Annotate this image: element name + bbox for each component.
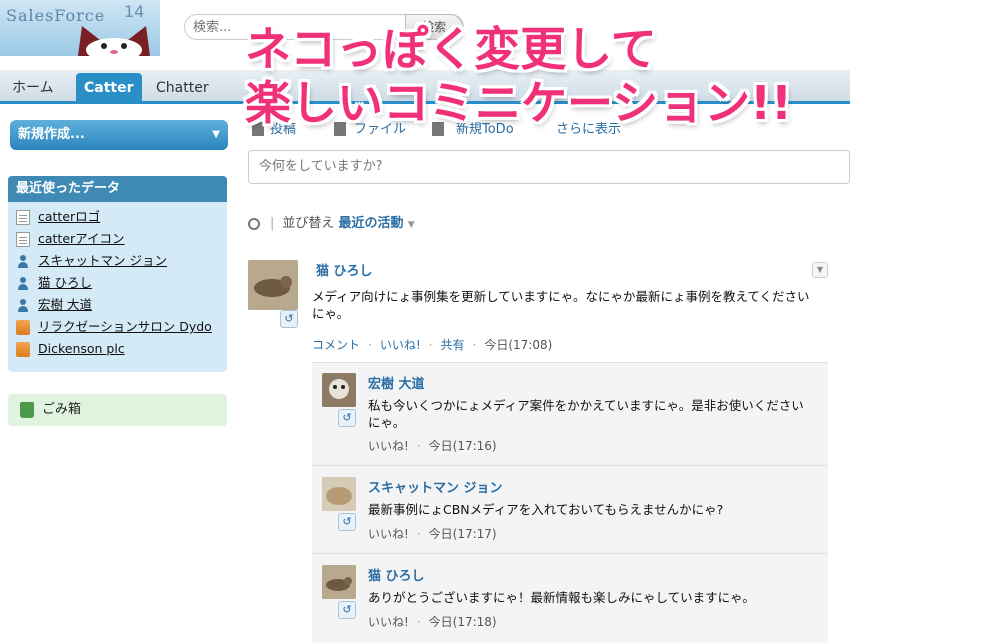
file-icon: [334, 122, 346, 136]
comment-body: 最新事例にょCBNメディアを入れておいてもらえませんかにゃ?: [368, 502, 724, 517]
recent-item-label[interactable]: 宏樹 大道: [38, 297, 92, 312]
recent-item-label[interactable]: 猫 ひろし: [38, 275, 92, 290]
search-icon[interactable]: [248, 217, 260, 230]
avatar[interactable]: [248, 260, 298, 310]
comment-body: 私も今いくつかにょメディア案件をかかえていますにゃ。是非お使いくださいにゃ。: [368, 398, 804, 430]
tab-bar: ホーム Catter Chatter: [0, 70, 850, 104]
comment-author[interactable]: 宏樹 大道: [368, 373, 425, 392]
create-new-label: 新規作成...: [18, 127, 85, 142]
divider: |: [270, 216, 275, 231]
tab-catter[interactable]: Catter: [76, 73, 142, 104]
share-link[interactable]: 共有: [440, 338, 464, 352]
recent-item-label[interactable]: catterアイコン: [38, 231, 125, 246]
document-icon: [16, 210, 30, 225]
avatar[interactable]: [322, 477, 356, 511]
search-button[interactable]: 検索: [405, 14, 463, 40]
avatar[interactable]: [322, 373, 356, 407]
post-icon: [252, 122, 264, 136]
recent-item[interactable]: スキャットマン ジョン: [16, 250, 227, 272]
share-icon[interactable]: ↺: [280, 310, 298, 328]
divider: [312, 553, 828, 554]
main-feed-area: 投稿 ファイル 新規ToDo さらに表示 今何をしていますか? | 並び替え 最近…: [248, 104, 850, 643]
document-icon: [16, 232, 30, 247]
person-icon: [16, 298, 30, 313]
chevron-down-icon: ▼: [212, 129, 220, 140]
recycle-bin-icon: [20, 402, 34, 418]
recent-item[interactable]: 宏樹 大道: [16, 294, 227, 316]
share-icon[interactable]: ↺: [338, 601, 356, 619]
publisher-more-link[interactable]: さらに表示: [556, 118, 621, 137]
share-icon[interactable]: ↺: [338, 513, 356, 531]
post-text-input[interactable]: 今何をしていますか?: [248, 150, 850, 184]
app-logo[interactable]: SalesForce 14: [0, 0, 160, 56]
post-timestamp[interactable]: 今日(17:08): [484, 338, 552, 352]
like-link[interactable]: いいね!: [368, 527, 409, 541]
logo-number: 14: [124, 2, 145, 21]
recent-item[interactable]: 猫 ひろし: [16, 272, 227, 294]
comments-list: ↺ 宏樹 大道 私も今いくつかにょメディア案件をかかえていますにゃ。是非お使いく…: [312, 362, 828, 643]
cat-photo: [322, 477, 356, 511]
recent-item[interactable]: Dickenson plc: [16, 338, 227, 360]
chevron-down-icon[interactable]: ▼: [408, 220, 415, 230]
recent-items-panel: 最近使ったデータ catterロゴ catterアイコン スキャットマン ジョン…: [8, 176, 227, 372]
share-icon[interactable]: ↺: [338, 409, 356, 427]
recent-item-label[interactable]: スキャットマン ジョン: [38, 253, 167, 268]
comment-actions: いいね! · 今日(17:18): [368, 615, 497, 629]
task-icon: [432, 122, 444, 136]
post-body: メディア向けにょ事例集を更新していますにゃ。なにゃか最新にょ事例を教えてください…: [312, 289, 810, 321]
feed-sort-bar: | 並び替え 最近の活動 ▼: [248, 212, 415, 231]
comment-actions: いいね! · 今日(17:16): [368, 439, 497, 453]
post-author[interactable]: 猫 ひろし: [316, 260, 373, 279]
comment-timestamp[interactable]: 今日(17:18): [429, 615, 497, 629]
create-new-button[interactable]: 新規作成... ▼: [10, 120, 228, 150]
person-icon: [16, 254, 30, 269]
recent-item-label[interactable]: Dickenson plc: [38, 341, 125, 356]
comment-link[interactable]: コメント: [312, 338, 360, 352]
tab-chatter[interactable]: Chatter: [148, 73, 217, 104]
comment-author[interactable]: 猫 ひろし: [368, 565, 425, 584]
sort-dropdown[interactable]: 最近の活動: [339, 216, 404, 231]
comment-actions: いいね! · 今日(17:17): [368, 527, 497, 541]
comment-author[interactable]: スキャットマン ジョン: [368, 477, 503, 496]
search-box: 検索: [184, 14, 464, 40]
like-link[interactable]: いいね!: [368, 615, 409, 629]
comment-body: ありがとうございますにゃ！最新情報も楽しみにゃしていますにゃ。: [368, 590, 755, 605]
recent-item[interactable]: リラクゼーションサロン Dydo: [16, 316, 227, 338]
recent-item[interactable]: catterロゴ: [16, 206, 227, 228]
cat-photo: [322, 373, 356, 407]
cat-photo: [322, 565, 356, 599]
sidebar: 新規作成... ▼ 最近使ったデータ catterロゴ catterアイコン ス…: [0, 104, 235, 643]
person-icon: [16, 276, 30, 291]
tab-home[interactable]: ホーム: [4, 73, 62, 104]
comment-timestamp[interactable]: 今日(17:16): [429, 439, 497, 453]
publisher-file-tab[interactable]: ファイル: [354, 118, 406, 137]
post-actions: コメント · いいね! · 共有 · 今日(17:08): [312, 338, 553, 352]
recent-item[interactable]: catterアイコン: [16, 228, 227, 250]
like-link[interactable]: いいね!: [380, 338, 421, 352]
sort-label: 並び替え: [282, 216, 335, 231]
recent-item-label[interactable]: catterロゴ: [38, 209, 100, 224]
account-icon: [16, 320, 30, 335]
publisher-new-task-tab[interactable]: 新規ToDo: [456, 118, 514, 137]
account-icon: [16, 342, 30, 357]
recycle-bin-label: ごみ箱: [42, 402, 82, 417]
header: SalesForce 14 検索: [0, 0, 850, 68]
recycle-bin-link[interactable]: ごみ箱: [8, 394, 227, 426]
recent-item-label[interactable]: リラクゼーションサロン Dydo: [38, 319, 212, 334]
like-link[interactable]: いいね!: [368, 439, 409, 453]
publisher-post-tab[interactable]: 投稿: [270, 118, 296, 137]
cat-photo: [248, 260, 298, 310]
post-menu-button[interactable]: ▼: [812, 262, 828, 278]
divider: [312, 465, 828, 466]
avatar[interactable]: [322, 565, 356, 599]
search-input[interactable]: [193, 18, 393, 36]
recent-items-title: 最近使ったデータ: [8, 176, 227, 202]
cat-mascot-icon: [78, 26, 150, 56]
comment-timestamp[interactable]: 今日(17:17): [429, 527, 497, 541]
